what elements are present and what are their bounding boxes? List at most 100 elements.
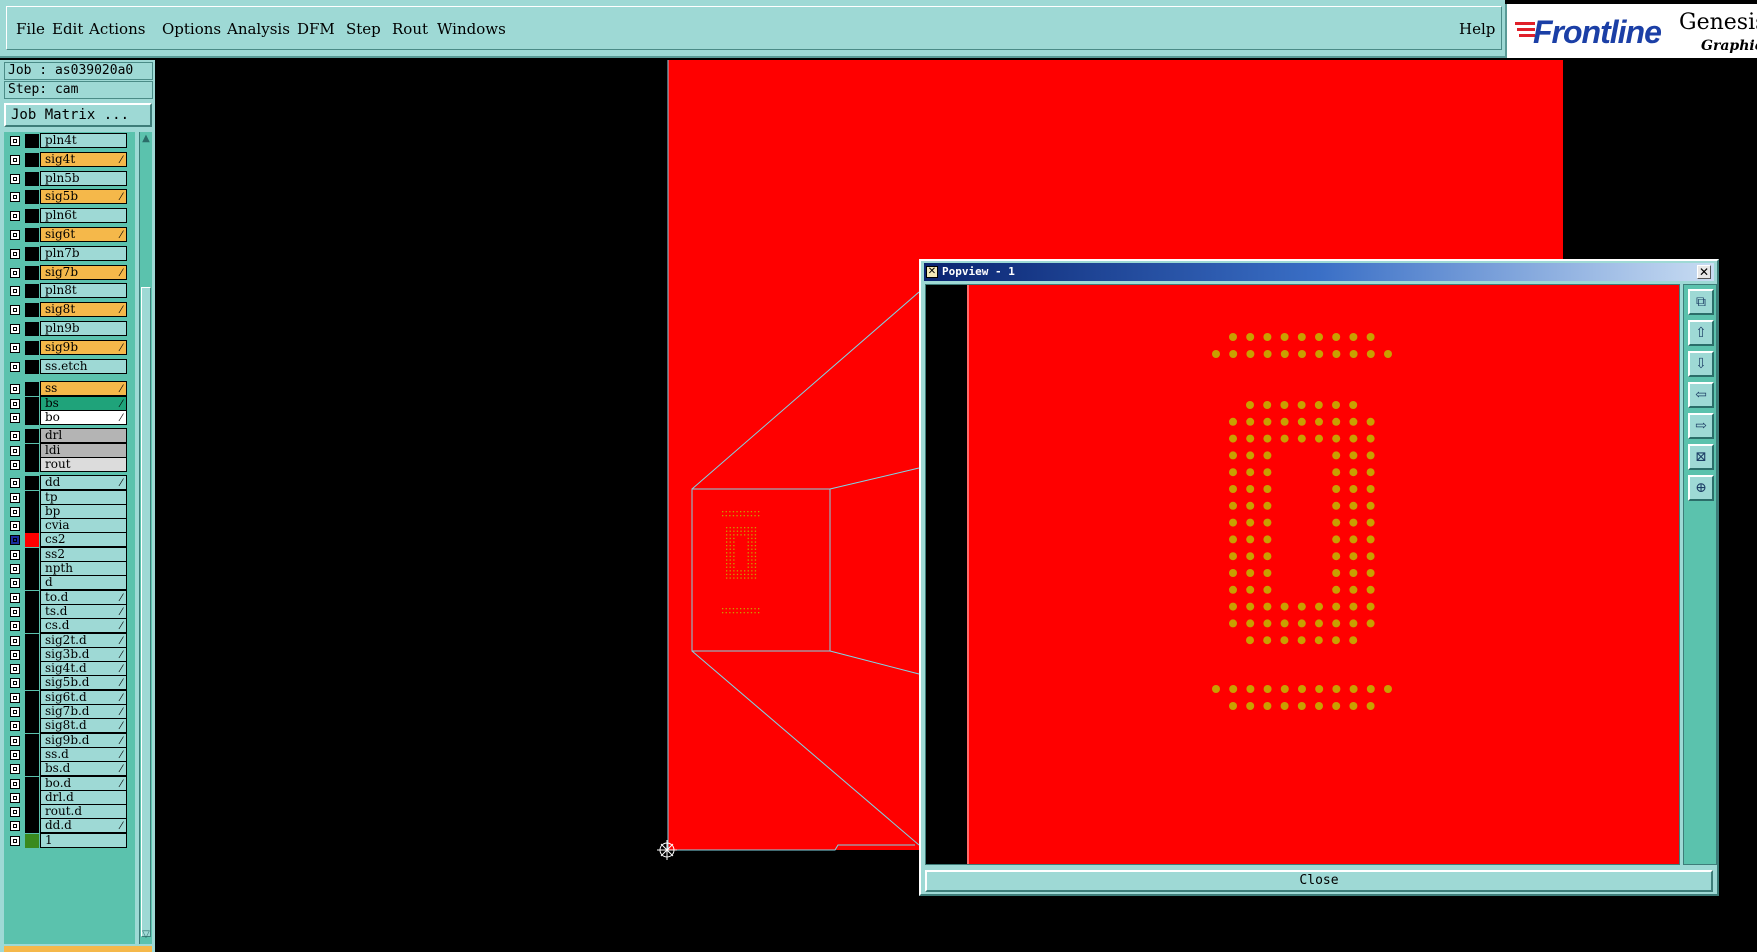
layer-row[interactable]: sig7b ⁄ xyxy=(4,264,129,281)
layer-checkbox[interactable] xyxy=(10,678,20,689)
layer-name[interactable]: ss.d ⁄ xyxy=(40,746,127,762)
layer-checkbox[interactable] xyxy=(10,324,20,334)
menu-windows[interactable]: Windows xyxy=(437,20,506,38)
layer-name[interactable]: sig7b ⁄ xyxy=(40,264,127,280)
layer-checkbox[interactable] xyxy=(10,305,20,316)
layer-row[interactable]: sig4t ⁄ xyxy=(4,151,129,168)
layer-checkbox[interactable] xyxy=(10,707,20,717)
layer-name[interactable]: pln6t xyxy=(40,208,127,224)
layer-color-swatch[interactable] xyxy=(25,790,39,805)
layer-checkbox[interactable] xyxy=(10,635,20,646)
layer-color-swatch[interactable] xyxy=(25,382,39,397)
layer-row[interactable]: sig8t ⁄ xyxy=(4,302,129,318)
layer-checkbox[interactable] xyxy=(10,286,20,297)
layer-color-swatch[interactable] xyxy=(25,284,39,299)
layer-name[interactable]: npth xyxy=(40,561,127,576)
layer-color-swatch[interactable] xyxy=(25,590,39,605)
layer-color-swatch[interactable] xyxy=(25,152,39,167)
layer-name[interactable]: pln8t xyxy=(40,283,127,299)
layer-checkbox[interactable] xyxy=(10,692,20,703)
layer-name[interactable]: cs2 xyxy=(40,532,127,548)
layer-color-swatch[interactable] xyxy=(25,134,39,148)
layer-checkbox[interactable] xyxy=(10,807,20,818)
layer-name[interactable]: cs.d ⁄ xyxy=(40,618,127,634)
layer-color-swatch[interactable] xyxy=(25,747,39,762)
layer-name[interactable]: bo ⁄ xyxy=(40,410,127,425)
layer-checkbox[interactable] xyxy=(10,398,20,409)
layer-checkbox[interactable] xyxy=(10,521,20,532)
layer-color-swatch[interactable] xyxy=(25,190,39,205)
menu-help[interactable]: Help xyxy=(1459,20,1495,38)
layer-name[interactable]: drl.d xyxy=(40,789,127,805)
layer-name[interactable]: sig3b.d ⁄ xyxy=(40,646,127,662)
layer-row[interactable]: pln9b xyxy=(4,321,129,337)
layer-name[interactable]: bo.d ⁄ xyxy=(40,775,127,791)
menu-dfm[interactable]: DFM xyxy=(297,20,335,38)
layer-name[interactable]: sig6t.d ⁄ xyxy=(40,689,127,705)
layer-checkbox[interactable] xyxy=(10,792,20,803)
layer-name[interactable]: sig7b.d ⁄ xyxy=(40,704,127,719)
layer-name[interactable]: bp xyxy=(40,503,127,519)
layer-name[interactable]: bs ⁄ xyxy=(40,395,127,411)
layer-row[interactable]: pln7b xyxy=(4,245,129,262)
layer-name[interactable]: pln4t xyxy=(40,133,127,148)
layer-checkbox[interactable] xyxy=(10,136,20,146)
layer-checkbox[interactable] xyxy=(10,578,20,589)
layer-name[interactable]: sig4t ⁄ xyxy=(40,151,127,167)
layer-list-scrollbar[interactable]: ▲ ▽ xyxy=(139,132,152,944)
layer-color-swatch[interactable] xyxy=(25,762,39,777)
layer-color-swatch[interactable] xyxy=(25,265,39,280)
layer-color-swatch[interactable] xyxy=(25,171,39,186)
layer-color-swatch[interactable] xyxy=(25,562,39,576)
fit-icon[interactable]: ⊕ xyxy=(1688,475,1714,501)
scroll-up-icon[interactable]: ▲ xyxy=(140,132,152,146)
layer-color-swatch[interactable] xyxy=(25,805,39,820)
layer-row[interactable]: ss.etch xyxy=(4,358,129,375)
layer-checkbox[interactable] xyxy=(10,778,20,789)
layer-row[interactable]: sig6t ⁄ xyxy=(4,227,129,243)
layer-checkbox[interactable] xyxy=(10,664,20,675)
layer-checkbox[interactable] xyxy=(10,478,20,489)
layer-color-swatch[interactable] xyxy=(25,457,39,472)
layer-checkbox[interactable] xyxy=(10,173,20,184)
layer-color-swatch[interactable] xyxy=(25,647,39,662)
layer-checkbox[interactable] xyxy=(10,211,20,222)
layer-color-swatch[interactable] xyxy=(25,359,39,374)
layer-row[interactable]: pln8t xyxy=(4,283,129,299)
menu-edit[interactable]: Edit xyxy=(52,20,83,38)
layer-color-swatch[interactable] xyxy=(25,429,39,444)
layer-color-swatch[interactable] xyxy=(25,705,39,719)
layer-checkbox[interactable] xyxy=(10,248,20,259)
close-button[interactable]: Close xyxy=(925,870,1713,892)
layer-name[interactable]: ldi xyxy=(40,442,127,458)
layer-color-swatch[interactable] xyxy=(25,619,39,634)
layer-checkbox[interactable] xyxy=(10,492,20,503)
layer-row[interactable]: pln4t xyxy=(4,133,129,149)
layer-name[interactable]: rout xyxy=(40,456,127,472)
layer-color-swatch[interactable] xyxy=(25,228,39,242)
layer-row[interactable]: pln6t xyxy=(4,208,129,224)
popview-canvas[interactable] xyxy=(925,284,1680,865)
layer-name[interactable]: sig8t ⁄ xyxy=(40,302,127,318)
close-icon[interactable]: ✕ xyxy=(1697,265,1711,279)
layer-name[interactable]: dd ⁄ xyxy=(40,475,127,491)
layer-color-swatch[interactable] xyxy=(25,340,39,355)
layer-checkbox[interactable] xyxy=(10,506,20,517)
layer-color-swatch[interactable] xyxy=(25,833,39,848)
layer-checkbox[interactable] xyxy=(10,592,20,603)
layer-color-swatch[interactable] xyxy=(25,322,39,336)
layer-checkbox[interactable] xyxy=(10,361,20,372)
layer-checkbox[interactable] xyxy=(10,445,20,456)
layer-row[interactable]: rout xyxy=(4,456,129,473)
layer-name[interactable]: dd.d ⁄ xyxy=(40,818,127,834)
layer-name[interactable]: ss.etch xyxy=(40,358,127,374)
layer-color-swatch[interactable] xyxy=(25,504,39,519)
layer-checkbox[interactable] xyxy=(10,649,20,660)
layer-row[interactable]: sig9b ⁄ xyxy=(4,339,129,356)
layer-checkbox[interactable] xyxy=(10,564,20,574)
layer-name[interactable]: sig8t.d ⁄ xyxy=(40,718,127,734)
layer-checkbox[interactable] xyxy=(10,192,20,203)
layer-name[interactable]: sig9b.d ⁄ xyxy=(40,732,127,748)
layer-name[interactable]: sig6t ⁄ xyxy=(40,227,127,242)
layer-color-swatch[interactable] xyxy=(25,633,39,648)
